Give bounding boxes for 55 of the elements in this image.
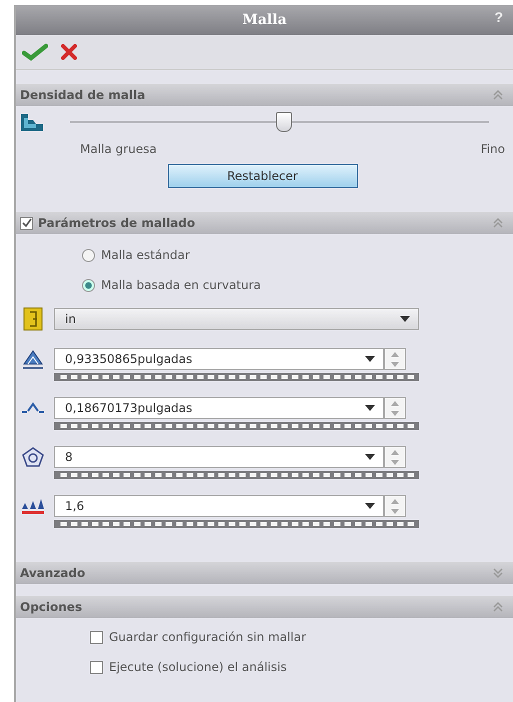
window-title: Malla — [242, 12, 287, 28]
section-title: Avanzado — [20, 566, 86, 580]
spin-buttons[interactable] — [384, 495, 406, 517]
radio-label: Malla basada en curvatura — [101, 278, 261, 292]
dropdown-arrow-icon — [365, 503, 375, 509]
close-icon — [60, 43, 78, 61]
checkmark-icon — [22, 43, 48, 61]
collapse-icon[interactable] — [493, 602, 503, 612]
collapse-icon[interactable] — [493, 218, 503, 228]
dropdown-arrow-icon — [365, 454, 375, 460]
section-title: Parámetros de mallado — [38, 216, 196, 230]
value-field[interactable]: 8 — [54, 446, 384, 468]
tick-ruler[interactable] — [54, 471, 419, 479]
radio-button[interactable] — [82, 248, 95, 262]
tick-ruler[interactable] — [54, 422, 419, 430]
field-value: 1,6 — [65, 499, 84, 513]
spin-buttons[interactable] — [384, 446, 406, 468]
dropdown-arrow-icon — [400, 316, 410, 322]
field-value: 0,18670173pulgadas — [65, 401, 192, 415]
ok-button[interactable] — [22, 43, 48, 61]
value-field[interactable]: 0,93350865pulgadas — [54, 348, 384, 370]
slider-min-label: Malla gruesa — [80, 142, 157, 156]
section-title: Opciones — [20, 600, 84, 614]
slider-max-label: Fino — [480, 142, 505, 156]
spin-buttons[interactable] — [384, 397, 406, 419]
reset-button[interactable]: Restablecer — [168, 164, 358, 188]
value-field[interactable]: 0,18670173pulgadas — [54, 397, 384, 419]
checkbox-label: Guardar configuración sin mallar — [109, 630, 306, 644]
collapse-icon[interactable] — [493, 90, 503, 100]
section-checkbox[interactable] — [20, 216, 33, 230]
section-header[interactable]: Parámetros de mallado — [16, 212, 513, 234]
cancel-button[interactable] — [60, 43, 78, 61]
field-value: 8 — [65, 450, 73, 464]
checkbox-label: Ejecute (solucione) el análisis — [109, 660, 287, 674]
dropdown-arrow-icon — [365, 405, 375, 411]
mesh-icon — [20, 112, 44, 132]
pentagon-icon — [20, 445, 46, 469]
unit-value: in — [65, 312, 76, 326]
radio-label: Malla estándar — [101, 248, 190, 262]
dropdown-arrow-icon — [365, 356, 375, 362]
unit-dropdown[interactable]: in — [54, 308, 419, 330]
radio-button[interactable] — [82, 278, 95, 292]
tick-ruler[interactable] — [54, 373, 419, 381]
field-value: 0,93350865pulgadas — [65, 352, 192, 366]
section-header[interactable]: Avanzado — [16, 562, 513, 584]
expand-icon[interactable] — [493, 568, 503, 578]
value-field[interactable]: 1,6 — [54, 495, 384, 517]
spin-buttons[interactable] — [384, 348, 406, 370]
slider-thumb[interactable] — [276, 112, 292, 132]
section-header[interactable]: Densidad de malla — [16, 84, 513, 106]
section-header[interactable]: Opciones — [16, 596, 513, 618]
section-title: Densidad de malla — [20, 88, 146, 102]
checkbox[interactable] — [90, 630, 103, 644]
checkbox[interactable] — [90, 660, 103, 674]
tick-ruler[interactable] — [54, 520, 419, 528]
